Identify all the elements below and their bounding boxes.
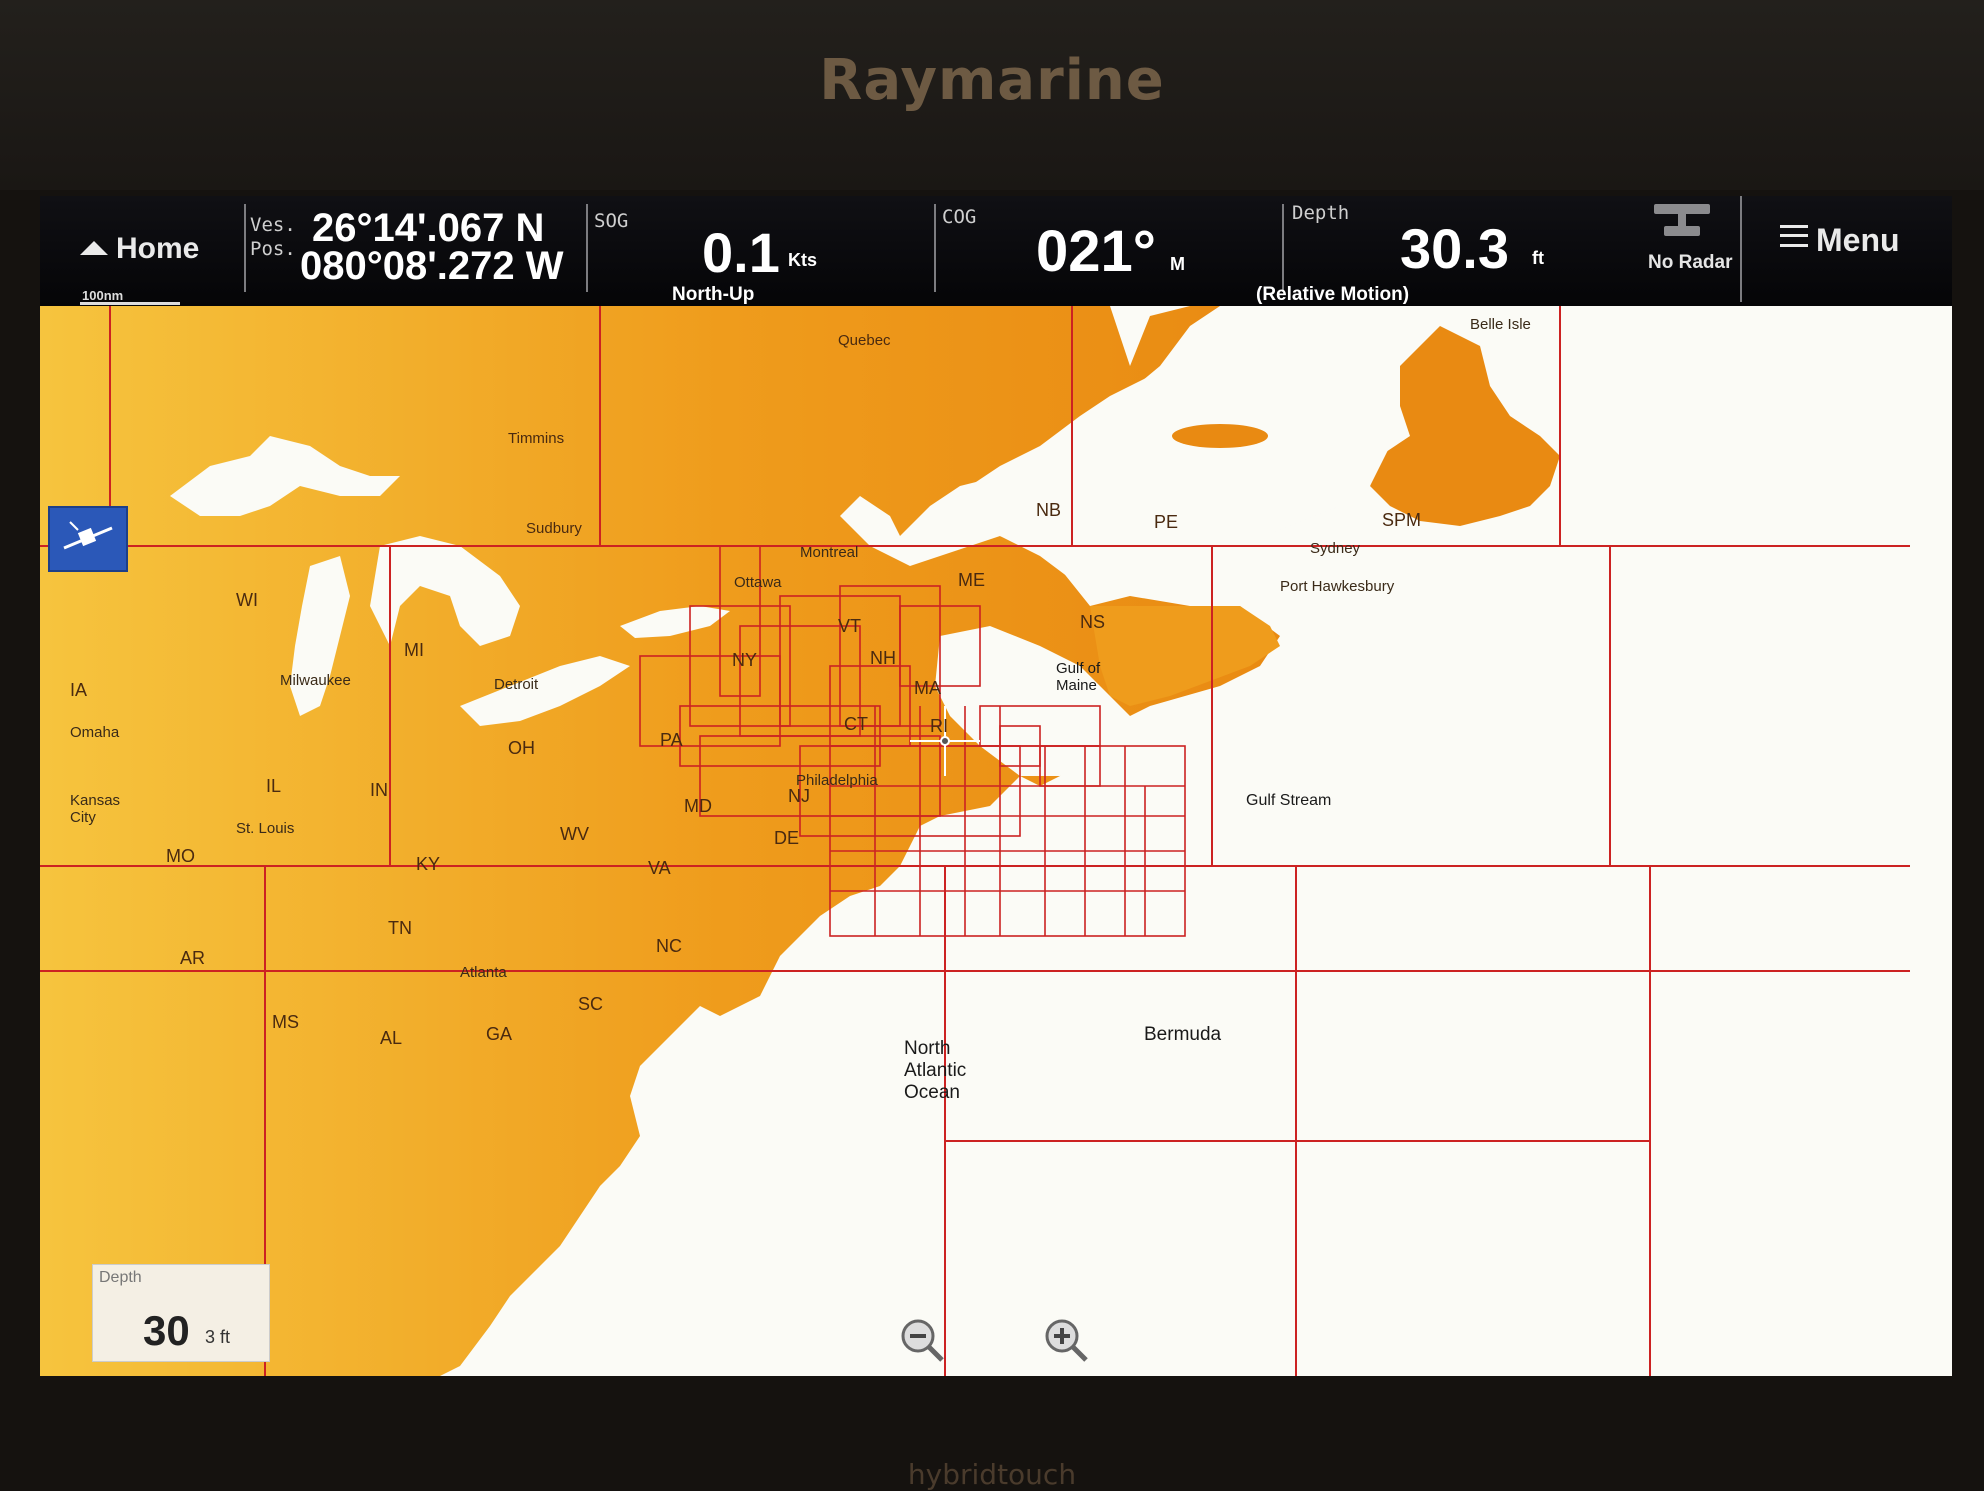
map-label: MA	[914, 678, 941, 698]
motion-mode: (Relative Motion)	[1256, 284, 1410, 305]
scale-label: 100nm	[82, 288, 124, 303]
map-label: North Atlantic Ocean	[904, 1038, 967, 1103]
map-label: NC	[656, 936, 682, 956]
map-label: NJ	[788, 786, 810, 806]
map-label: Philadelphia	[796, 772, 878, 789]
map-label: NS	[1080, 612, 1106, 632]
divider	[586, 204, 588, 292]
map-label: Bermuda	[1144, 1024, 1222, 1045]
map-label: Kansas City	[70, 792, 121, 826]
map-label: CT	[844, 714, 868, 734]
map-label: Milwaukee	[280, 672, 351, 689]
menu-button[interactable]: Menu	[1780, 222, 1900, 259]
map-label: ME	[958, 570, 985, 590]
map-label: NY	[732, 650, 758, 670]
map-label: PA	[660, 730, 683, 750]
divider	[1740, 196, 1742, 302]
map-label: Quebec	[838, 332, 891, 349]
home-button[interactable]: Home	[80, 232, 199, 266]
home-icon	[80, 241, 108, 255]
sog-value: 0.1	[702, 221, 780, 284]
map-label: RI	[930, 716, 948, 736]
menu-icon	[1780, 225, 1808, 247]
map-label: Atlanta	[460, 964, 507, 981]
depth-value: 30.3	[1400, 217, 1509, 280]
map-label: AR	[180, 948, 206, 968]
divider	[1282, 204, 1284, 292]
orientation-mode: North-Up	[672, 284, 755, 305]
map-label: Timmins	[508, 430, 565, 447]
map-label: Gulf of Maine	[1056, 660, 1101, 694]
anticosti-island	[1172, 424, 1268, 448]
map-label: OH	[508, 738, 535, 758]
map-label: IL	[266, 776, 282, 796]
zoom-out-icon	[901, 1319, 944, 1362]
map-label: IA	[70, 680, 88, 700]
chart-canvas[interactable]	[40, 306, 1952, 1376]
map-label: KY	[416, 854, 441, 874]
map-label: Ottawa	[734, 574, 782, 591]
map-label: PE	[1154, 512, 1179, 532]
zoom-in-icon	[1045, 1319, 1088, 1362]
radar-icon[interactable]	[1650, 200, 1714, 248]
map-label: IN	[370, 780, 388, 800]
map-label: MD	[684, 796, 712, 816]
map-label: GA	[486, 1024, 513, 1044]
map-label: WV	[560, 824, 589, 844]
divider	[934, 204, 936, 292]
device-model-text: hybridtouch	[907, 1458, 1077, 1491]
map-label: SPM	[1382, 510, 1422, 530]
depth-databox[interactable]: Depth 30 3 ft	[92, 1264, 270, 1362]
status-bar: Home Ves. Pos. 26°14'.067 N 080°08'.272 …	[40, 196, 1952, 306]
no-radar-label: No Radar	[1648, 252, 1733, 273]
map-label: MI	[404, 640, 424, 660]
map-label: DE	[774, 828, 800, 848]
map-label: Omaha	[70, 724, 120, 741]
map-label: NH	[870, 648, 896, 668]
map-label: Sudbury	[526, 520, 582, 537]
map-label: St. Louis	[236, 820, 295, 837]
depth-cell[interactable]: Depth 30.3 ft (Relative Motion)	[1256, 196, 1648, 306]
map-label: AL	[380, 1028, 403, 1048]
divider	[244, 204, 246, 292]
map-label: Belle Isle	[1470, 316, 1531, 333]
brand-logo: Raymarine	[819, 48, 1165, 113]
chart-map[interactable]: Quebec Timmins Sudbury MN WI MI IA Omaha…	[40, 306, 1952, 1376]
map-label: Montreal	[800, 544, 859, 561]
map-label: Detroit	[494, 676, 539, 693]
map-label: Gulf Stream	[1246, 792, 1332, 809]
map-label: NB	[1036, 500, 1062, 520]
longitude-value: 080°08'.272 W	[300, 244, 564, 288]
map-label: SC	[578, 994, 604, 1014]
map-label: TN	[388, 918, 412, 938]
sog-cell[interactable]: SOG 0.1 Kts North-Up	[592, 196, 972, 306]
map-label: WI	[236, 590, 258, 610]
chartplotter-screen: Home Ves. Pos. 26°14'.067 N 080°08'.272 …	[40, 196, 1952, 1376]
zoom-out-button[interactable]	[898, 1316, 948, 1366]
cog-value: 021°	[1036, 219, 1156, 284]
vessel-position-cell[interactable]: Ves. Pos. 26°14'.067 N 080°08'.272 W	[250, 196, 630, 306]
map-label: VA	[648, 858, 671, 878]
satellite-icon[interactable]	[48, 506, 128, 572]
zoom-in-button[interactable]	[1042, 1316, 1092, 1366]
map-label: Port Hawkesbury	[1280, 578, 1395, 595]
map-label: Sydney	[1310, 540, 1361, 557]
map-label: VT	[838, 616, 862, 636]
map-label: MO	[166, 846, 195, 866]
map-label: MS	[272, 1012, 299, 1032]
